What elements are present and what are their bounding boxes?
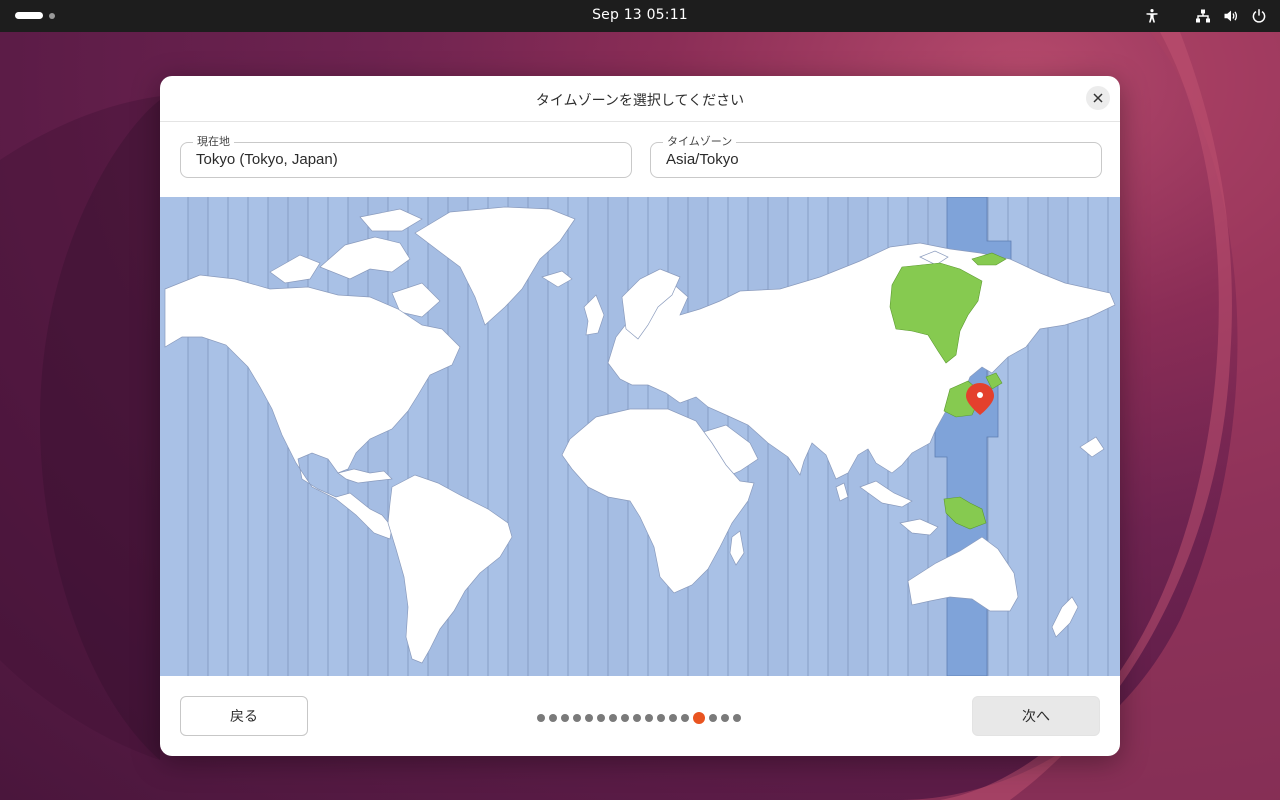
progress-dot [561, 714, 569, 722]
progress-dot [573, 714, 581, 722]
system-tray[interactable] [1143, 7, 1268, 25]
progress-dot [709, 714, 717, 722]
close-button[interactable] [1086, 86, 1110, 110]
location-input[interactable]: Tokyo (Tokyo, Japan) [196, 151, 338, 168]
timezone-label: タイムゾーン [663, 135, 737, 149]
progress-dot [549, 714, 557, 722]
progress-dot [585, 714, 593, 722]
progress-indicator [537, 712, 741, 724]
world-map[interactable] [160, 197, 1120, 676]
top-bar: Sep 13 05:11 [0, 0, 1280, 32]
network-icon[interactable] [1194, 7, 1212, 25]
progress-dot [597, 714, 605, 722]
volume-icon[interactable] [1222, 7, 1240, 25]
progress-dot [669, 714, 677, 722]
progress-dot [537, 714, 545, 722]
progress-dot [733, 714, 741, 722]
power-icon[interactable] [1250, 7, 1268, 25]
progress-dot [721, 714, 729, 722]
next-button[interactable]: 次へ [972, 696, 1100, 736]
progress-dot [633, 714, 641, 722]
timezone-map[interactable] [160, 197, 1120, 676]
dialog-footer: 戻る 次へ [160, 676, 1120, 756]
accessibility-icon[interactable] [1143, 7, 1161, 25]
back-button[interactable]: 戻る [180, 696, 308, 736]
progress-dot-current [693, 712, 705, 724]
timezone-input[interactable]: Asia/Tokyo [666, 151, 739, 168]
progress-dot [681, 714, 689, 722]
dialog-title: タイムゾーンを選択してください [535, 93, 745, 109]
location-label: 現在地 [193, 135, 234, 149]
close-icon [1093, 93, 1103, 103]
progress-dot [621, 714, 629, 722]
timezone-field[interactable]: タイムゾーン Asia/Tokyo [650, 135, 1102, 178]
timezone-dialog: タイムゾーンを選択してください 現在地 Tokyo (Tokyo, Japan)… [160, 76, 1120, 756]
dialog-header: タイムゾーンを選択してください [160, 76, 1120, 122]
progress-dot [609, 714, 617, 722]
progress-dot [657, 714, 665, 722]
location-field[interactable]: 現在地 Tokyo (Tokyo, Japan) [180, 135, 632, 178]
clock[interactable]: Sep 13 05:11 [0, 7, 1280, 23]
progress-dot [645, 714, 653, 722]
